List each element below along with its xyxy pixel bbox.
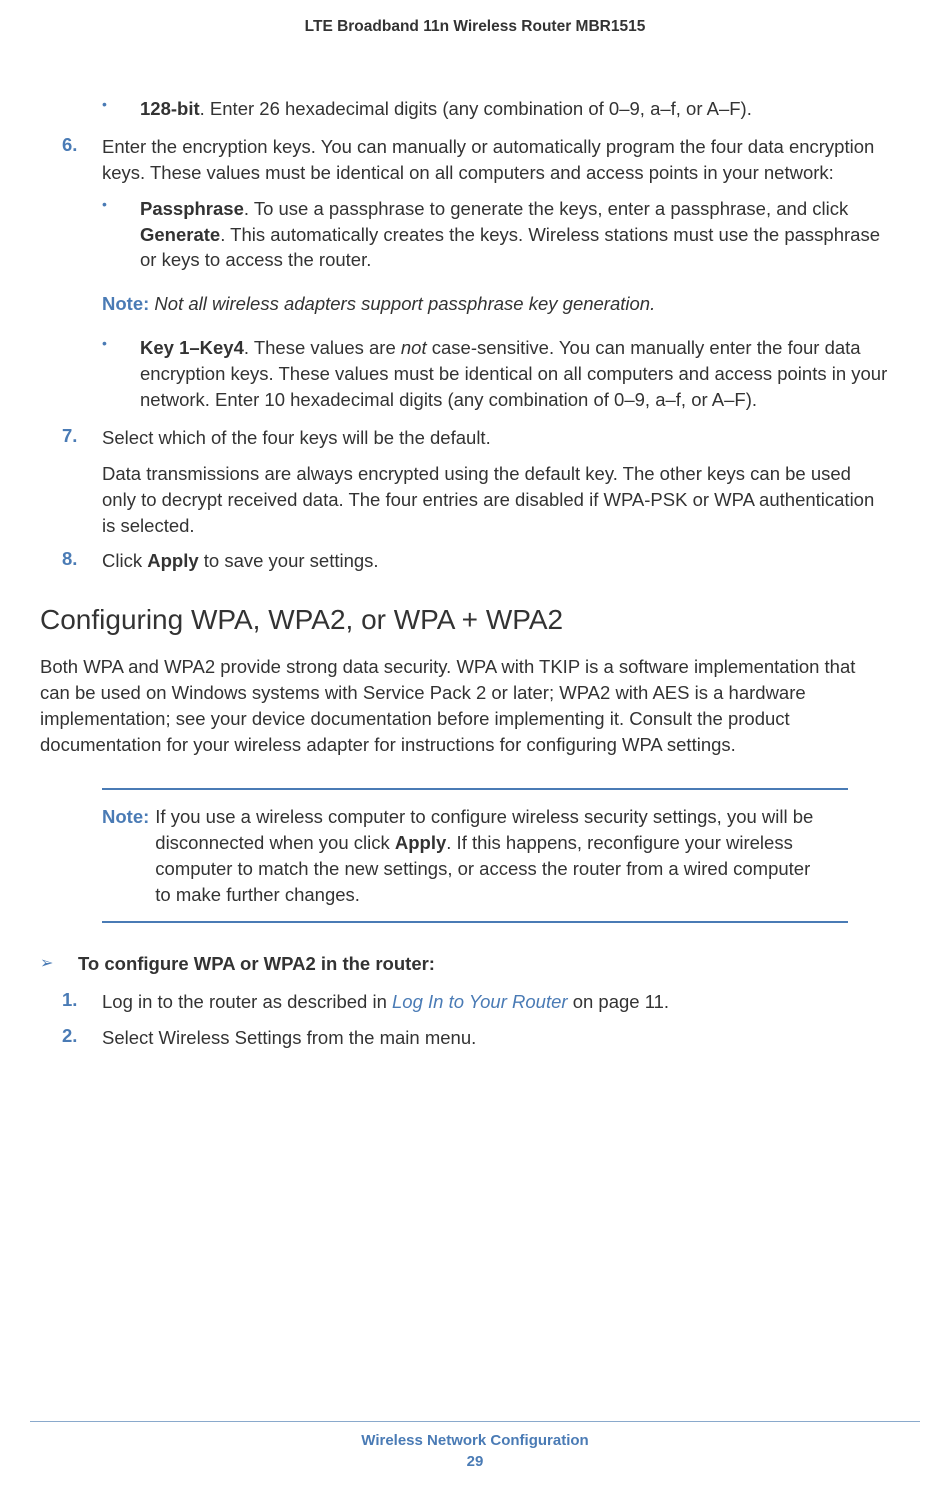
step-7: 7. Select which of the four keys will be… xyxy=(62,425,888,451)
proc-step-1-number: 1. xyxy=(62,989,102,1015)
footer-section-title: Wireless Network Configuration xyxy=(0,1432,950,1449)
procedure-heading: ➢ To configure WPA or WPA2 in the router… xyxy=(40,953,888,975)
section-heading-wpa: Configuring WPA, WPA2, or WPA + WPA2 xyxy=(40,604,888,636)
step-7-text: Select which of the four keys will be th… xyxy=(102,425,888,451)
note-box-label: Note: xyxy=(102,804,155,908)
proc-step-1: 1. Log in to the router as described in … xyxy=(62,989,888,1015)
page-footer: Wireless Network Configuration 29 xyxy=(0,1421,950,1470)
sub-key1-key4-text: Key 1–Key4. These values are not case-se… xyxy=(140,335,888,413)
note-box-wpa: Note: If you use a wireless computer to … xyxy=(102,788,848,924)
login-link[interactable]: Log In to Your Router xyxy=(392,991,568,1012)
sub-passphrase-text: Passphrase. To use a passphrase to gener… xyxy=(140,196,888,274)
apply-label: Apply xyxy=(395,832,446,853)
sub-key1-key4: • Key 1–Key4. These values are not case-… xyxy=(62,335,888,413)
passphrase-label: Passphrase xyxy=(140,198,244,219)
proc-step-2-text: Select Wireless Settings from the main m… xyxy=(102,1025,888,1051)
proc-step-2-number: 2. xyxy=(62,1025,102,1051)
not-italic: not xyxy=(401,337,427,358)
generate-label: Generate xyxy=(140,224,220,245)
step-6-number: 6. xyxy=(62,134,102,186)
step-8-text: Click Apply to save your settings. xyxy=(102,548,888,574)
bullet-128bit-text: 128-bit. Enter 26 hexadecimal digits (an… xyxy=(140,96,888,122)
page-content: • 128-bit. Enter 26 hexadecimal digits (… xyxy=(40,96,910,1051)
step-7-para: Data transmissions are always encrypted … xyxy=(102,461,888,539)
step-8-number: 8. xyxy=(62,548,102,574)
sub-passphrase: • Passphrase. To use a passphrase to gen… xyxy=(62,196,888,274)
procedure-title: To configure WPA or WPA2 in the router: xyxy=(78,953,435,975)
footer-page-number: 29 xyxy=(0,1453,950,1470)
proc-step-1-text: Log in to the router as described in Log… xyxy=(102,989,888,1015)
proc-step-2: 2. Select Wireless Settings from the mai… xyxy=(62,1025,888,1051)
bullet-128bit-label: 128-bit xyxy=(140,98,200,119)
step-7-number: 7. xyxy=(62,425,102,451)
apply-label: Apply xyxy=(147,550,198,571)
bullet-icon: • xyxy=(102,96,140,122)
step-8: 8. Click Apply to save your settings. xyxy=(62,548,888,574)
note-passphrase: Note: Not all wireless adapters support … xyxy=(102,291,888,317)
step-6: 6. Enter the encryption keys. You can ma… xyxy=(62,134,888,186)
note-body: Not all wireless adapters support passph… xyxy=(154,293,655,314)
step-6-text: Enter the encryption keys. You can manua… xyxy=(102,134,888,186)
section-intro-para: Both WPA and WPA2 provide strong data se… xyxy=(40,654,888,758)
chevron-right-icon: ➢ xyxy=(40,953,78,975)
note-label: Note: xyxy=(102,293,154,314)
page-header-title: LTE Broadband 11n Wireless Router MBR151… xyxy=(40,18,910,96)
bullet-128bit: • 128-bit. Enter 26 hexadecimal digits (… xyxy=(62,96,888,122)
bullet-icon: • xyxy=(102,335,140,413)
footer-rule xyxy=(30,1421,920,1422)
bullet-icon: • xyxy=(102,196,140,274)
note-box-body: If you use a wireless computer to config… xyxy=(155,804,848,908)
key1-key4-label: Key 1–Key4 xyxy=(140,337,244,358)
